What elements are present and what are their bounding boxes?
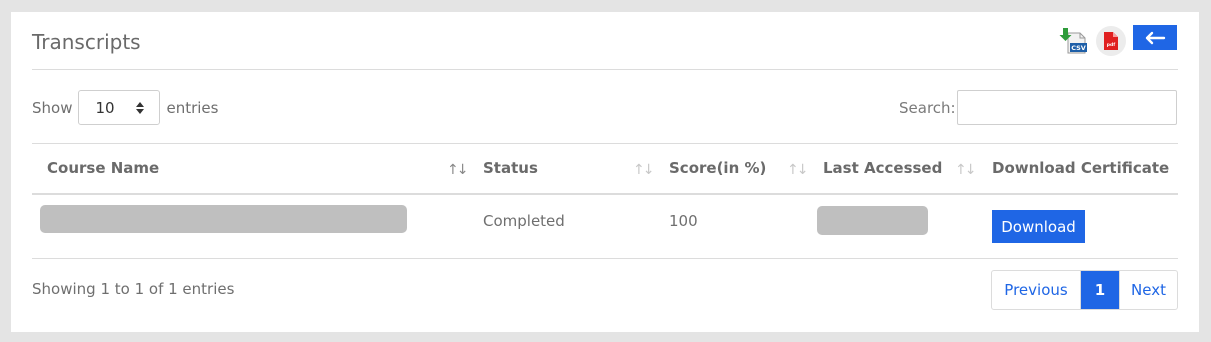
show-label: Show (32, 98, 73, 117)
csv-export-icon[interactable]: CSV (1058, 27, 1090, 55)
search-control: Search: (899, 90, 1177, 125)
sort-icon: ↑↓ (787, 162, 809, 178)
svg-text:pdf: pdf (1107, 42, 1115, 48)
search-label: Search: (899, 98, 956, 117)
table-header-border (32, 193, 1178, 195)
pagination-previous[interactable]: Previous (992, 271, 1081, 309)
cell-status: Completed (483, 212, 565, 230)
back-button[interactable] (1133, 25, 1177, 50)
header-divider (32, 69, 1178, 70)
pagination-next[interactable]: Next (1119, 271, 1177, 309)
table-info: Showing 1 to 1 of 1 entries (32, 280, 235, 298)
page-title: Transcripts (32, 30, 141, 54)
download-certificate-button[interactable]: Download (992, 210, 1085, 243)
entries-select[interactable]: 10 (78, 90, 161, 125)
transcripts-card: Transcripts CSV pdf Show 10 entries Sear… (11, 12, 1199, 332)
sort-updown-icon (136, 101, 145, 114)
pagination-page-1[interactable]: 1 (1081, 271, 1119, 309)
entries-label: entries (166, 98, 219, 117)
svg-text:CSV: CSV (1071, 44, 1086, 52)
sort-icon: ↑↓ (633, 162, 655, 178)
sort-icon: ↑↓ (955, 162, 977, 178)
table-bottom-border (32, 258, 1178, 259)
th-download-certificate: Download Certificate (992, 159, 1170, 177)
search-input[interactable] (956, 90, 1177, 125)
table-top-border (32, 143, 1178, 144)
th-status[interactable]: Status (483, 159, 538, 177)
entries-length-control: Show 10 entries (32, 90, 218, 125)
th-last-accessed[interactable]: Last Accessed (823, 159, 942, 177)
sort-asc-icon: ↑↓ (447, 162, 469, 178)
redacted-course-name (40, 205, 407, 233)
cell-score: 100 (669, 212, 698, 230)
pagination: Previous 1 Next (991, 270, 1178, 310)
arrow-left-icon (1145, 31, 1166, 44)
redacted-last-accessed (817, 206, 928, 235)
th-score[interactable]: Score(in %) (669, 159, 766, 177)
th-course-name[interactable]: Course Name (47, 159, 159, 177)
pdf-export-icon[interactable]: pdf (1096, 26, 1126, 56)
entries-select-value: 10 (95, 98, 115, 117)
